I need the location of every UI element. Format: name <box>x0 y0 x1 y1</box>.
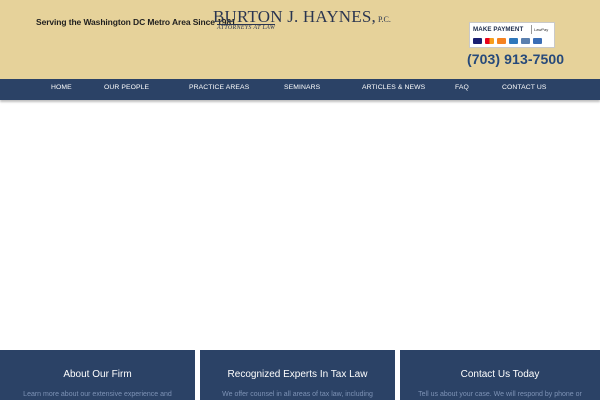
feature-box-about[interactable]: About Our Firm Learn more about our exte… <box>0 350 195 400</box>
nav-seminars[interactable]: SEMINARS <box>284 84 320 91</box>
mastercard-icon <box>485 38 494 44</box>
visa-icon <box>473 38 482 44</box>
feature-box-text: Tell us about your case. We will respond… <box>418 391 582 398</box>
feature-box-tax-law[interactable]: Recognized Experts In Tax Law We offer c… <box>200 350 395 400</box>
lawpay-card-icon <box>533 38 542 44</box>
discover-icon <box>497 38 506 44</box>
lawpay-logo: LawPay <box>531 25 553 34</box>
feature-box-text: We offer counsel in all areas of tax law… <box>222 391 373 398</box>
make-payment-button[interactable]: MAKE PAYMENT LawPay <box>469 22 555 48</box>
nav-home[interactable]: HOME <box>51 84 72 91</box>
nav-articles-news[interactable]: ARTICLES & NEWS <box>362 84 425 91</box>
nav-faq[interactable]: FAQ <box>455 84 469 91</box>
amex-icon <box>509 38 518 44</box>
site-tagline: Serving the Washington DC Metro Area Sin… <box>36 17 236 27</box>
logo-pc: P.C. <box>377 15 391 24</box>
main-navigation: HOME OUR PEOPLE PRACTICE AREAS SEMINARS … <box>0 79 600 100</box>
nav-our-people[interactable]: OUR PEOPLE <box>104 84 149 91</box>
feature-box-title: About Our Firm <box>63 369 132 380</box>
firm-logo[interactable]: BURTON J. HAYNES, P.C. ATTORNEYS AT LAW <box>213 7 391 31</box>
nav-practice-areas[interactable]: PRACTICE AREAS <box>189 84 249 91</box>
feature-boxes: About Our Firm Learn more about our exte… <box>0 350 600 400</box>
feature-box-title: Contact Us Today <box>460 369 540 380</box>
nav-contact-us[interactable]: CONTACT US <box>502 84 547 91</box>
payment-card-icons <box>473 38 542 44</box>
feature-box-text: Learn more about our extensive experienc… <box>23 391 172 398</box>
logo-subtitle: ATTORNEYS AT LAW <box>217 24 276 31</box>
phone-number-link[interactable]: (703) 913-7500 <box>467 51 564 67</box>
feature-box-contact[interactable]: Contact Us Today Tell us about your case… <box>400 350 600 400</box>
feature-box-title: Recognized Experts In Tax Law <box>227 369 368 380</box>
site-header: Serving the Washington DC Metro Area Sin… <box>0 0 600 79</box>
echeck-icon <box>521 38 530 44</box>
make-payment-label: MAKE PAYMENT <box>473 26 524 33</box>
